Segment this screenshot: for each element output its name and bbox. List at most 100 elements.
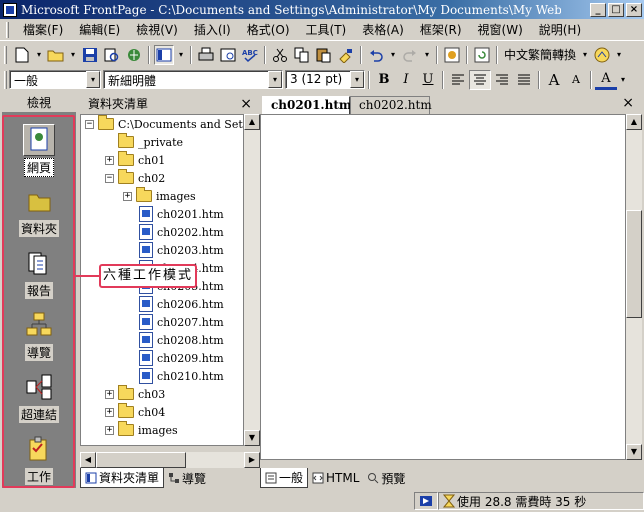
tab-navigation[interactable]: 導覽 [164, 469, 210, 488]
copy-icon[interactable] [292, 45, 312, 65]
pane-dropdown-icon[interactable]: ▾ [176, 45, 186, 65]
underline-button[interactable]: U [417, 70, 439, 90]
new-page-icon[interactable] [12, 45, 32, 65]
scroll-down-icon[interactable]: ▼ [244, 430, 260, 446]
publish-web-icon[interactable] [124, 45, 144, 65]
preview-browser-icon[interactable] [218, 45, 238, 65]
paste-icon[interactable] [314, 45, 334, 65]
convert-dropdown-icon[interactable]: ▾ [580, 45, 590, 65]
expand-icon[interactable]: + [105, 407, 114, 417]
expand-icon[interactable]: + [105, 389, 114, 399]
menu-window[interactable]: 視窗(W) [470, 21, 531, 38]
menu-view[interactable]: 檢視(V) [128, 21, 186, 38]
toolbar-options-icon[interactable]: ▾ [614, 45, 624, 65]
style-combo[interactable]: 一般 ▾ [9, 70, 101, 89]
toggle-pane-icon[interactable] [154, 44, 174, 65]
scroll-left-icon[interactable]: ◀ [80, 452, 96, 468]
decrease-font-button[interactable]: A [565, 70, 587, 90]
vertical-scroll-thumb[interactable] [626, 210, 642, 318]
menu-grip[interactable] [6, 21, 9, 38]
chinese-convert-icon[interactable] [592, 45, 612, 65]
tree-file[interactable]: ch0207.htm [139, 313, 224, 331]
scroll-up-icon[interactable]: ▲ [244, 114, 260, 130]
tree-file[interactable]: ch0201.htm [139, 205, 224, 223]
align-center-icon[interactable] [469, 69, 491, 90]
view-navigation[interactable]: 導覽 [2, 310, 76, 361]
collapse-icon[interactable]: − [105, 173, 114, 183]
open-dropdown-icon[interactable]: ▾ [68, 45, 78, 65]
chinese-convert-button[interactable]: 中文繁簡轉換 [502, 45, 578, 65]
new-dropdown-icon[interactable]: ▾ [34, 45, 44, 65]
size-combo[interactable]: 3 (12 pt) ▾ [285, 70, 365, 89]
increase-font-button[interactable]: A [543, 70, 565, 90]
minimize-button[interactable]: _ [590, 2, 606, 17]
menu-insert[interactable]: 插入(I) [186, 21, 239, 38]
menu-format[interactable]: 格式(O) [239, 21, 298, 38]
size-dropdown-icon[interactable]: ▾ [350, 71, 364, 88]
view-page[interactable]: 網頁 [2, 124, 76, 177]
tree-item-ch03[interactable]: + ch03 [105, 385, 165, 403]
expand-icon[interactable]: + [105, 155, 114, 165]
tree-item-ch02[interactable]: − ch02 [105, 169, 165, 187]
cut-icon[interactable] [270, 45, 290, 65]
view-hyperlinks[interactable]: 超連結 [2, 372, 76, 423]
expand-icon[interactable]: + [123, 191, 132, 201]
tab-folder-list[interactable]: 資料夾清單 [80, 468, 165, 488]
editor-vertical-scrollbar[interactable]: ▲ ▼ [626, 114, 642, 460]
refresh-icon[interactable] [472, 45, 492, 65]
tree-file[interactable]: ch0208.htm [139, 331, 224, 349]
tree-horizontal-scrollbar[interactable]: ◀ ▶ [80, 452, 260, 468]
font-combo[interactable]: 新細明體 ▾ [103, 70, 283, 89]
print-icon[interactable] [196, 45, 216, 65]
menu-help[interactable]: 說明(H) [531, 21, 589, 38]
scroll-down-icon[interactable]: ▼ [626, 444, 642, 460]
undo-dropdown-icon[interactable]: ▾ [388, 45, 398, 65]
editor-close-button[interactable]: × [622, 95, 634, 111]
tree-vertical-scrollbar[interactable]: ▲ ▼ [244, 114, 260, 446]
tree-file[interactable]: ch0206.htm [139, 295, 224, 313]
search-icon[interactable] [102, 45, 122, 65]
web-component-icon[interactable] [442, 45, 462, 65]
scroll-right-icon[interactable]: ▶ [244, 452, 260, 468]
align-left-icon[interactable] [447, 70, 469, 90]
bold-button[interactable]: B [373, 70, 395, 90]
menu-table[interactable]: 表格(A) [354, 21, 412, 38]
tree-item-ch04[interactable]: + ch04 [105, 403, 165, 421]
menu-edit[interactable]: 編輯(E) [71, 21, 128, 38]
expand-icon[interactable]: + [105, 425, 114, 435]
tab-html[interactable]: HTML [308, 470, 363, 486]
font-dropdown-icon[interactable]: ▾ [268, 71, 282, 88]
tree-item-ch01[interactable]: + ch01 [105, 151, 165, 169]
scroll-up-icon[interactable]: ▲ [626, 114, 642, 130]
document-canvas[interactable] [260, 114, 626, 460]
folder-list-close-button[interactable]: × [240, 94, 252, 114]
tree-file[interactable]: ch0210.htm [139, 367, 224, 385]
doc-tab-ch0201[interactable]: ch0201.htm [262, 96, 352, 114]
menu-file[interactable]: 檔案(F) [15, 21, 71, 38]
font-color-dropdown-icon[interactable]: ▾ [618, 70, 628, 90]
save-icon[interactable] [80, 45, 100, 65]
toolbar-grip[interactable] [4, 45, 7, 64]
frontpage-app-icon[interactable] [3, 2, 17, 17]
menu-frames[interactable]: 框架(R) [412, 21, 470, 38]
tree-item-private[interactable]: _private [105, 133, 183, 151]
format-grip[interactable] [4, 70, 7, 89]
align-right-icon[interactable] [491, 70, 513, 90]
view-folders[interactable]: 資料夾 [2, 186, 76, 237]
open-folder-icon[interactable] [46, 45, 66, 65]
tree-item-ch02-images[interactable]: + images [123, 187, 196, 205]
justify-icon[interactable] [513, 70, 535, 90]
tree-file[interactable]: ch0209.htm [139, 349, 224, 367]
close-button[interactable]: × [626, 2, 642, 17]
redo-icon[interactable] [400, 45, 420, 65]
tree-item-images[interactable]: + images [105, 421, 178, 439]
spelling-icon[interactable]: ABC [240, 45, 260, 65]
font-color-button[interactable]: A [595, 70, 617, 90]
tree-root[interactable]: − C:\Documents and Settings\A [85, 115, 243, 133]
style-dropdown-icon[interactable]: ▾ [86, 71, 100, 88]
format-painter-icon[interactable] [336, 45, 356, 65]
menu-tools[interactable]: 工具(T) [298, 21, 355, 38]
tree-file[interactable]: ch0203.htm [139, 241, 224, 259]
view-reports[interactable]: 報告 [2, 248, 76, 299]
redo-dropdown-icon[interactable]: ▾ [422, 45, 432, 65]
